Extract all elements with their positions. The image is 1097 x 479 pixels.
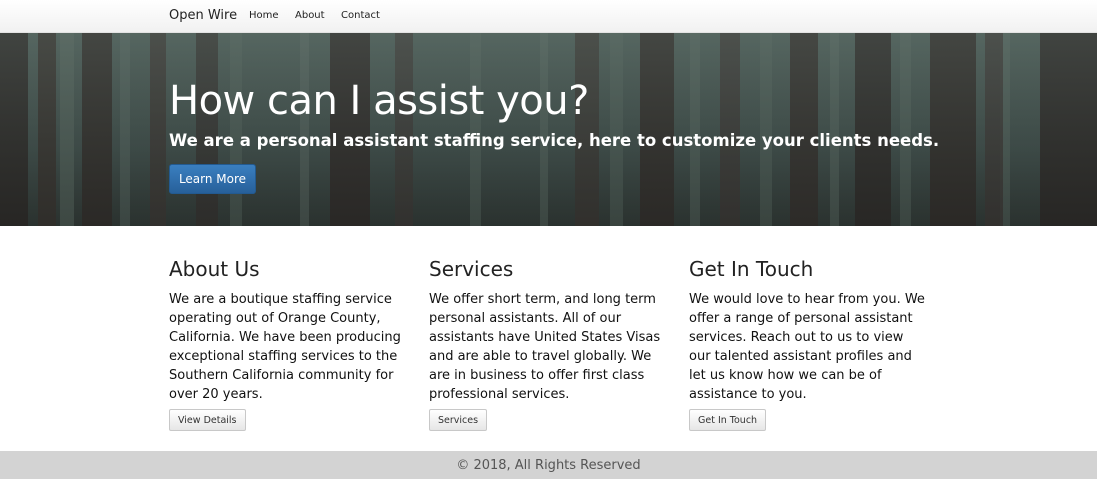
forest-background-image <box>0 33 1097 226</box>
learn-more-button[interactable]: Learn More <box>169 164 256 194</box>
services-button[interactable]: Services <box>429 409 488 431</box>
copyright-text: © 2018, All Rights Reserved <box>456 458 641 473</box>
get-in-touch-button[interactable]: Get In Touch <box>689 409 767 431</box>
services-text: We offer short term, and long term perso… <box>429 292 661 402</box>
about-us-text: We are a boutique staffing service opera… <box>169 292 401 402</box>
hero-title: How can I assist you? <box>169 78 589 124</box>
nav-link-contact[interactable]: Contact <box>341 10 380 21</box>
hero-subtitle: We are a personal assistant staffing ser… <box>169 131 940 150</box>
hero-banner: How can I assist you? We are a personal … <box>0 33 1097 226</box>
services-column: Services We offer short term, and long t… <box>429 256 669 404</box>
about-us-heading: About Us <box>169 257 260 281</box>
about-us-column: About Us We are a boutique staffing serv… <box>169 256 409 404</box>
nav-link-home[interactable]: Home <box>249 10 279 21</box>
brand-link[interactable]: Open Wire <box>169 8 237 23</box>
footer: © 2018, All Rights Reserved <box>0 451 1097 479</box>
services-heading: Services <box>429 257 514 281</box>
get-in-touch-heading: Get In Touch <box>689 257 814 281</box>
get-in-touch-text: We would love to hear from you. We offer… <box>689 292 925 402</box>
get-in-touch-column: Get In Touch We would love to hear from … <box>689 256 929 404</box>
nav-link-about[interactable]: About <box>295 10 325 21</box>
navbar: Open Wire Home About Contact <box>0 0 1097 33</box>
view-details-button[interactable]: View Details <box>169 409 246 431</box>
